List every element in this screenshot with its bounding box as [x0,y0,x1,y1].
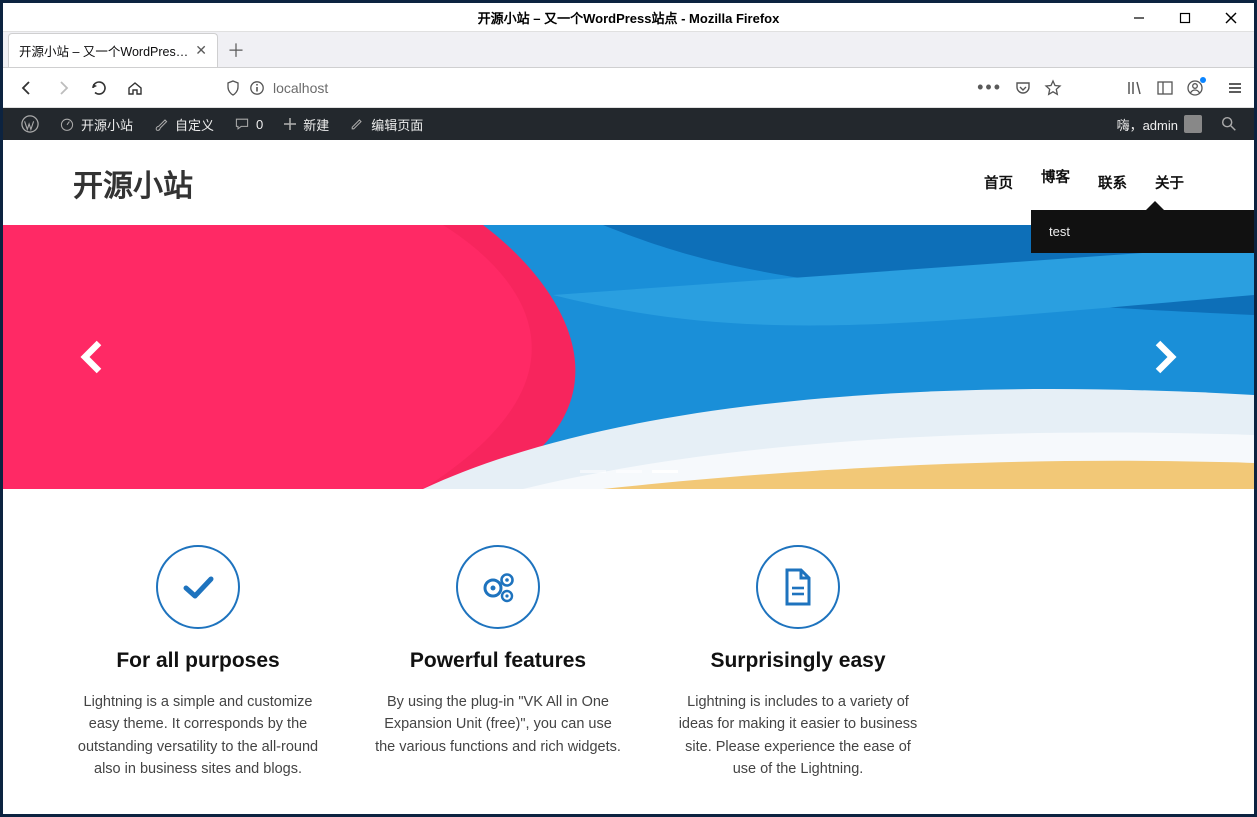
nav-blog-dropdown: test [1031,210,1254,253]
slider-dot-1[interactable] [580,470,606,473]
feature-title: For all purposes [73,649,323,673]
feature-powerful: Powerful features By using the plug-in "… [373,545,623,781]
window-close-button[interactable] [1208,3,1254,32]
feature-title: Powerful features [373,649,623,673]
feature-body: By using the plug-in "VK All in One Expa… [373,691,623,758]
browser-toolbar: localhost ••• [3,68,1254,108]
window-title: 开源小站 – 又一个WordPress站点 - Mozilla Firefox [478,8,780,27]
site-header: 开源小站 首页 博客 test 联系 关于 [3,140,1254,225]
browser-tab[interactable]: 开源小站 – 又一个WordPres… ✕ [8,33,218,67]
gears-icon [456,545,540,629]
home-button[interactable] [121,74,149,102]
wp-logo-button[interactable] [11,108,49,140]
dashboard-icon [59,116,75,132]
nav-home[interactable]: 首页 [984,166,1013,199]
feature-body: Lightning is a simple and customize easy… [73,691,323,781]
library-icon[interactable] [1126,79,1144,97]
site-title[interactable]: 开源小站 [73,161,193,205]
slider-dot-2[interactable] [616,470,642,473]
browser-tab-label: 开源小站 – 又一个WordPres… [19,41,195,60]
slider-prev-button[interactable] [73,337,113,377]
slider-dot-3[interactable] [652,470,678,473]
new-content-button[interactable]: 新建 [273,108,339,140]
pencil-icon [349,116,365,132]
adminbar-search-button[interactable] [1212,108,1246,140]
edit-page-button[interactable]: 编辑页面 [339,108,433,140]
nav-blog[interactable]: 博客 [1041,164,1070,192]
pocket-icon[interactable] [1014,79,1032,97]
feature-purposes: For all purposes Lightning is a simple a… [73,545,323,781]
wp-admin-bar: 开源小站 自定义 0 新建 编辑页面 嗨，admin [3,108,1254,140]
reload-button[interactable] [85,74,113,102]
info-icon[interactable] [249,80,265,96]
feature-easy: Surprisingly easy Lightning is includes … [673,545,923,781]
url-bar[interactable]: localhost [217,72,909,104]
account-icon[interactable] [1186,79,1204,97]
check-icon [156,545,240,629]
feature-body: Lightning is includes to a variety of id… [673,691,923,781]
forward-button[interactable] [49,74,77,102]
feature-title: Surprisingly easy [673,649,923,673]
plus-icon [283,117,297,131]
back-button[interactable] [13,74,41,102]
slider-next-button[interactable] [1144,337,1184,377]
window-minimize-button[interactable] [1116,3,1162,32]
document-icon [756,545,840,629]
comment-icon [234,116,250,132]
bookmark-star-icon[interactable] [1044,79,1062,97]
avatar [1184,115,1202,133]
nav-about[interactable]: 关于 [1155,166,1184,199]
window-maximize-button[interactable] [1162,3,1208,32]
sidebar-icon[interactable] [1156,79,1174,97]
more-actions-icon[interactable]: ••• [977,77,1002,98]
browser-tabstrip: 开源小站 – 又一个WordPres… ✕ ＋ [3,32,1254,68]
brush-icon [153,116,169,132]
account-menu-button[interactable]: 嗨，admin [1107,108,1212,140]
url-text: localhost [273,80,328,96]
comments-button[interactable]: 0 [224,108,273,140]
main-nav: 首页 博客 test 联系 关于 [984,166,1184,199]
hamburger-menu-icon[interactable] [1226,79,1244,97]
customize-button[interactable]: 自定义 [143,108,224,140]
dropdown-item-test[interactable]: test [1049,218,1070,245]
new-tab-button[interactable]: ＋ [218,33,254,67]
shield-icon[interactable] [225,80,241,96]
window-titlebar: 开源小站 – 又一个WordPress站点 - Mozilla Firefox [3,3,1254,32]
hero-slider [3,225,1254,489]
slider-indicators [580,470,678,473]
hero-image [3,225,1254,489]
nav-contact[interactable]: 联系 [1098,166,1127,199]
site-name-button[interactable]: 开源小站 [49,108,143,140]
features-row: For all purposes Lightning is a simple a… [3,489,1254,781]
tab-close-icon[interactable]: ✕ [195,42,207,59]
page-content: 开源小站 首页 博客 test 联系 关于 [3,140,1254,814]
